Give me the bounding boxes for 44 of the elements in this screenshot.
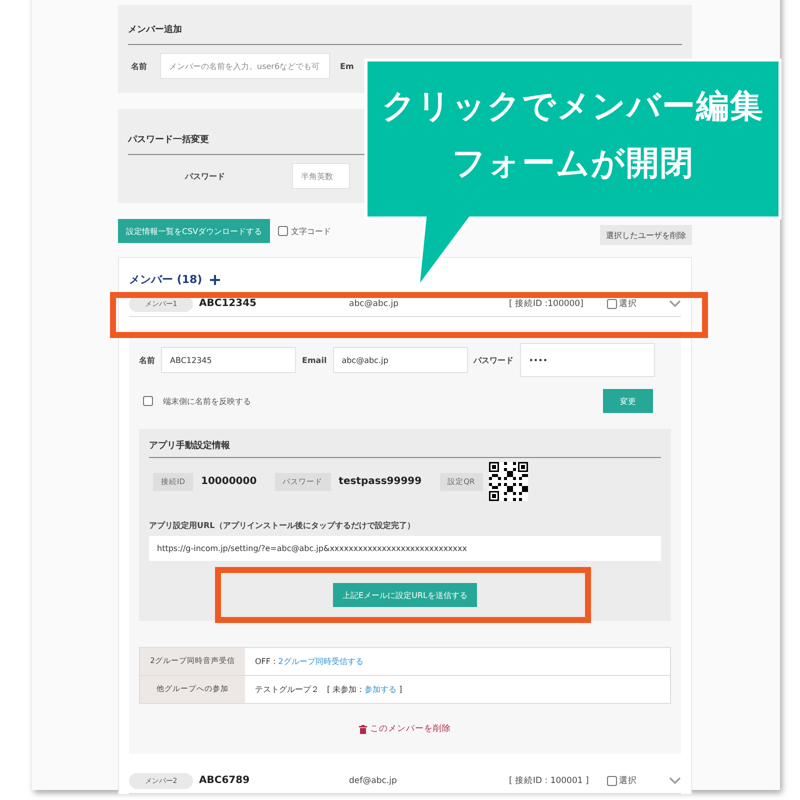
reflect-name-checkbox[interactable] [143, 396, 153, 406]
section-title: メンバー追加 [128, 23, 682, 45]
text-field[interactable]: abc@abc.jp [332, 347, 468, 373]
option-link[interactable]: 2グループ同時受信する [278, 657, 364, 666]
trash-icon [359, 724, 367, 734]
field-label: Email [302, 356, 327, 364]
option-link[interactable]: 参加する [364, 685, 396, 694]
url-field[interactable]: https://g-incom.jp/setting/?e=abc@abc.jp&xxxxxxxxxxxxxxxxxxxxxxxxxxxxx [149, 536, 661, 561]
callout-text: クリックでメンバー編集 [382, 85, 764, 127]
text-field[interactable]: •••• [520, 343, 655, 377]
info-value: 10000000 [201, 476, 257, 487]
url-label: アプリ設定用URL（アプリインストール後にタップするだけで設定完了） [149, 521, 415, 530]
field-label: パスワード [474, 354, 514, 366]
delete-member-link[interactable]: このメンバーを削除 [353, 722, 457, 736]
name-input[interactable]: メンバーの名前を入力。user6などでも可 [160, 53, 330, 79]
field-label: 名前 [139, 354, 155, 366]
select-label: 選択 [619, 774, 637, 786]
option-value: テストグループ２ [ 未参加 : 参加する ] [254, 684, 404, 696]
member-name: ABC6789 [199, 775, 251, 786]
info-value: testpass99999 [338, 476, 422, 487]
chevron-down-icon[interactable] [669, 776, 681, 784]
select-checkbox[interactable] [607, 776, 617, 786]
encoding-label: 文字コード [291, 226, 332, 236]
encoding-checkbox[interactable] [278, 226, 288, 236]
name-label: 名前 [130, 60, 148, 72]
plus-icon[interactable] [210, 274, 220, 284]
email-label: Em [340, 62, 354, 70]
members-heading: メンバー (18) [129, 272, 202, 287]
select-checkbox[interactable] [607, 298, 617, 308]
password-label: パスワード [184, 170, 226, 182]
option-value: OFF : 2グループ同時受信する [254, 656, 364, 668]
select-label: 選択 [619, 298, 637, 310]
connection-id: [ 接続ID : 100001 ] [509, 774, 590, 786]
member-name: ABC12345 [199, 298, 258, 309]
connection-id: [ 接続ID :100000] [509, 298, 584, 310]
section-title: アプリ手動設定情報 [149, 439, 661, 458]
qr-code-icon [488, 462, 528, 501]
text-field[interactable]: ABC12345 [161, 347, 296, 373]
delete-selected-button[interactable]: 選択したユーザを削除 [600, 225, 692, 245]
chevron-down-icon[interactable] [669, 300, 681, 308]
reflect-name-label: 端末側に名前を反映する [163, 396, 251, 406]
member-email: abc@abc.jp [349, 298, 400, 308]
member-email: def@abc.jp [349, 776, 398, 786]
password-input[interactable]: 半角英数 [292, 163, 350, 189]
